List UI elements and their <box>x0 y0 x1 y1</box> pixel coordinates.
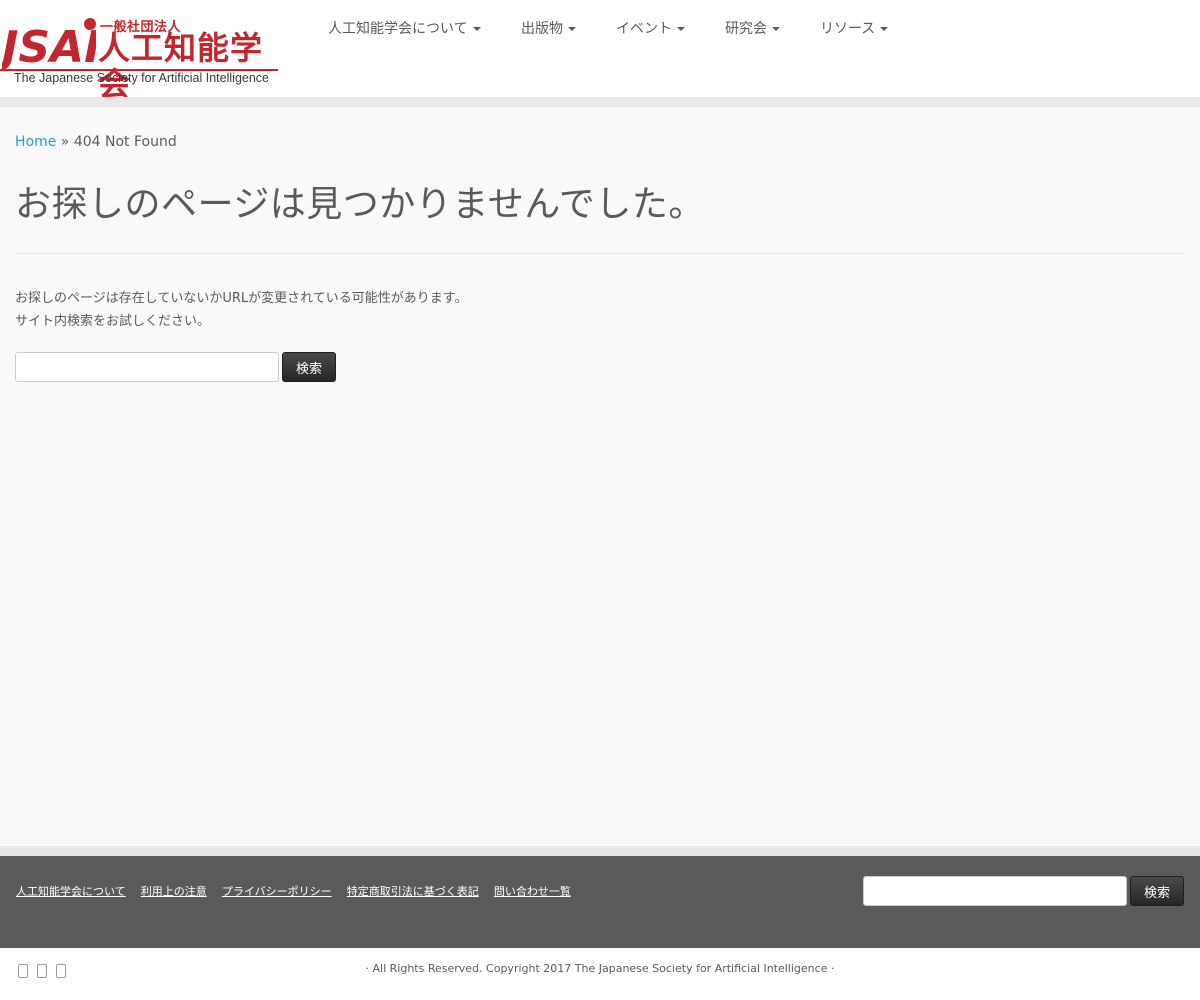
nav-item-label: 人工知能学会について <box>328 21 468 37</box>
page-title: お探しのページは見つかりませんでした。 <box>15 184 705 225</box>
footer-link-commerce[interactable]: 特定商取引法に基づく表記 <box>347 885 479 898</box>
breadcrumb-home-link[interactable]: Home <box>15 134 56 150</box>
nav-item-label: リソース <box>820 21 876 37</box>
footer-link-terms[interactable]: 利用上の注意 <box>141 885 207 898</box>
bottom-bar: · All Rights Reserved. Copyright 2017 Th… <box>0 948 1200 1000</box>
caret-down-icon <box>568 27 576 31</box>
header-shadow <box>0 97 1200 107</box>
logo-english-text: The Japanese Society for Artificial Inte… <box>14 71 269 85</box>
nav-item-events[interactable]: イベント <box>616 18 685 38</box>
nav-item-sig[interactable]: 研究会 <box>725 18 780 38</box>
search-input[interactable] <box>15 352 279 382</box>
footer-link-about[interactable]: 人工知能学会について <box>16 885 126 898</box>
breadcrumb-current: 404 Not Found <box>73 134 177 150</box>
nav-item-about[interactable]: 人工知能学会について <box>328 18 481 38</box>
breadcrumb: Home » 404 Not Found <box>15 134 177 150</box>
site-header: JSAI 一般社団法人 人工知能学会 The Japanese Society … <box>0 0 1200 102</box>
footer-link-privacy[interactable]: プライバシーポリシー <box>222 885 332 898</box>
caret-down-icon <box>772 27 780 31</box>
nav-item-label: イベント <box>616 21 672 37</box>
nav-item-label: 出版物 <box>521 21 563 37</box>
message-line-1: お探しのページは存在していないかURLが変更されている可能性があります。 <box>15 291 468 306</box>
jsai-logo-mark: JSAI <box>2 18 96 72</box>
not-found-message: お探しのページは存在していないかURLが変更されている可能性があります。 サイト… <box>15 287 467 333</box>
nav-item-publications[interactable]: 出版物 <box>521 18 576 38</box>
footer-search-input[interactable] <box>863 876 1127 906</box>
caret-down-icon <box>472 27 481 31</box>
logo-big-text: 人工知能学会 <box>98 29 264 103</box>
caret-down-icon <box>677 27 685 31</box>
site-footer: 人工知能学会について 利用上の注意 プライバシーポリシー 特定商取引法に基づく表… <box>0 856 1200 948</box>
logo-mark-text: JSAI <box>2 22 96 72</box>
nav-item-resources[interactable]: リソース <box>820 18 889 38</box>
nav-item-label: 研究会 <box>725 21 767 37</box>
message-line-2: サイト内検索をお試しください。 <box>15 314 211 329</box>
site-logo[interactable]: JSAI 一般社団法人 人工知能学会 The Japanese Society … <box>0 14 278 102</box>
footer-links: 人工知能学会について 利用上の注意 プライバシーポリシー 特定商取引法に基づく表… <box>16 880 581 899</box>
title-divider <box>15 253 1185 254</box>
breadcrumb-separator: » <box>60 134 70 150</box>
caret-down-icon <box>880 27 889 31</box>
footer-gap <box>0 846 1200 856</box>
footer-search-button[interactable]: 検索 <box>1130 876 1184 906</box>
search-button[interactable]: 検索 <box>282 352 336 382</box>
main-content: Home » 404 Not Found お探しのページは見つかりませんでした。… <box>0 107 1200 846</box>
footer-link-contact[interactable]: 問い合わせ一覧 <box>494 885 571 898</box>
copyright-text: · All Rights Reserved. Copyright 2017 Th… <box>365 962 835 975</box>
